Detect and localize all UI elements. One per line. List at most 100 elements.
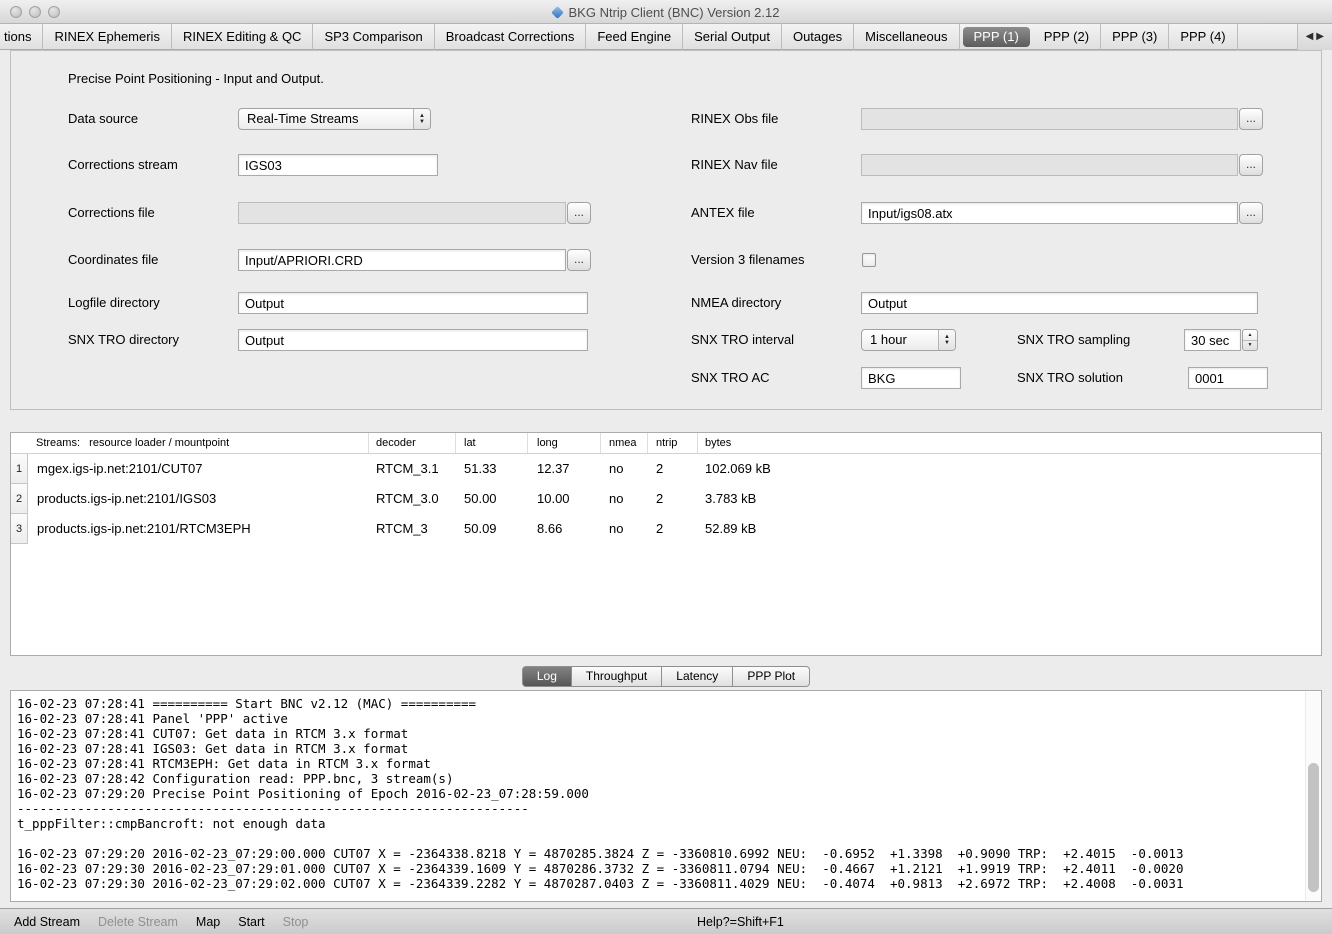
tab-ppp-2[interactable]: PPP (2)	[1033, 24, 1101, 50]
log-line: 16-02-23 07:28:41 CUT07: Get data in RTC…	[17, 726, 1321, 741]
tab-ppp-3[interactable]: PPP (3)	[1101, 24, 1169, 50]
cell-bytes: 3.783 kB	[698, 484, 1321, 514]
stream-row[interactable]: 1 mgex.igs-ip.net:2101/CUT07 RTCM_3.1 51…	[11, 454, 1321, 484]
start-button[interactable]: Start	[238, 915, 264, 929]
cell-decoder: RTCM_3.1	[369, 454, 456, 484]
tab-ppp-1[interactable]: PPP (1)	[963, 27, 1030, 47]
rinex-obs-file-browse-button[interactable]: ...	[1239, 108, 1263, 130]
log-line: 16-02-23 07:28:41 ========== Start BNC v…	[17, 696, 1321, 711]
coordinates-file-input[interactable]	[238, 249, 566, 271]
log-scrollbar[interactable]	[1305, 692, 1320, 900]
log-tab-bar: Log Throughput Latency PPP Plot	[0, 666, 1332, 687]
tab-ppp-plot[interactable]: PPP Plot	[733, 666, 810, 687]
add-stream-button[interactable]: Add Stream	[14, 915, 80, 929]
cell-nmea: no	[601, 454, 648, 484]
nmea-directory-label: NMEA directory	[691, 292, 781, 314]
log-line: 16-02-23 07:28:41 Panel 'PPP' active	[17, 711, 1321, 726]
snx-tro-ac-label: SNX TRO AC	[691, 367, 770, 389]
logfile-directory-label: Logfile directory	[68, 292, 160, 314]
snx-tro-sampling-spinner[interactable]: ▲▼	[1242, 329, 1258, 351]
antex-file-browse-button[interactable]: ...	[1239, 202, 1263, 224]
snx-tro-interval-label: SNX TRO interval	[691, 329, 794, 351]
stream-row[interactable]: 3 products.igs-ip.net:2101/RTCM3EPH RTCM…	[11, 514, 1321, 544]
log-scrollbar-thumb[interactable]	[1308, 763, 1319, 892]
snx-tro-sampling-spinbox[interactable]	[1184, 329, 1241, 351]
help-hint: Help?=Shift+F1	[697, 915, 784, 929]
version3-filenames-checkbox[interactable]	[862, 253, 876, 267]
cell-long: 8.66	[528, 514, 601, 544]
antex-file-label: ANTEX file	[691, 202, 755, 224]
rinex-nav-file-label: RINEX Nav file	[691, 154, 778, 176]
corrections-file-browse-button[interactable]: ...	[567, 202, 591, 224]
log-line	[17, 831, 1321, 846]
snx-tro-interval-select[interactable]: 1 hour ▲▼	[861, 329, 956, 351]
header-long: long	[528, 433, 601, 453]
logfile-directory-input[interactable]	[238, 292, 588, 314]
log-line: 16-02-23 07:29:30 2016-02-23_07:29:02.00…	[17, 876, 1321, 891]
cell-long: 10.00	[528, 484, 601, 514]
cell-mountpoint: products.igs-ip.net:2101/IGS03	[28, 484, 369, 514]
cell-lat: 51.33	[456, 454, 528, 484]
stream-row[interactable]: 2 products.igs-ip.net:2101/IGS03 RTCM_3.…	[11, 484, 1321, 514]
antex-file-input[interactable]	[861, 202, 1238, 224]
tab-outages[interactable]: Outages	[782, 24, 854, 50]
snx-tro-ac-input[interactable]	[861, 367, 961, 389]
log-line: 16-02-23 07:29:20 Precise Point Position…	[17, 786, 1321, 801]
version3-filenames-label: Version 3 filenames	[691, 249, 804, 271]
nmea-directory-input[interactable]	[861, 292, 1258, 314]
streams-table-header: Streams: resource loader / mountpoint de…	[11, 433, 1321, 454]
cell-ntrip: 2	[648, 514, 698, 544]
combo-arrows-icon: ▲▼	[938, 330, 955, 350]
tab-scroll-right-icon[interactable]: ▶	[1316, 31, 1324, 42]
tab-ppp-4[interactable]: PPP (4)	[1169, 24, 1237, 50]
row-number: 3	[11, 514, 28, 544]
rinex-nav-file-browse-button[interactable]: ...	[1239, 154, 1263, 176]
cell-mountpoint: products.igs-ip.net:2101/RTCM3EPH	[28, 514, 369, 544]
streams-table: Streams: resource loader / mountpoint de…	[10, 432, 1322, 656]
corrections-file-label: Corrections file	[68, 202, 155, 224]
corrections-file-input	[238, 202, 566, 224]
tab-log[interactable]: Log	[522, 666, 572, 687]
map-button[interactable]: Map	[196, 915, 220, 929]
log-line: 16-02-23 07:28:41 RTCM3EPH: Get data in …	[17, 756, 1321, 771]
row-number: 1	[11, 454, 28, 484]
ppp-input-output-panel: Precise Point Positioning - Input and Ou…	[10, 50, 1322, 410]
header-decoder: decoder	[369, 433, 456, 453]
delete-stream-button: Delete Stream	[98, 915, 178, 929]
cell-ntrip: 2	[648, 484, 698, 514]
tab-rinex-observations[interactable]: tions	[0, 24, 43, 50]
header-nmea: nmea	[601, 433, 648, 453]
snx-tro-directory-input[interactable]	[238, 329, 588, 351]
titlebar: BKG Ntrip Client (BNC) Version 2.12	[0, 0, 1332, 24]
tab-serial-output[interactable]: Serial Output	[683, 24, 782, 50]
cell-decoder: RTCM_3	[369, 514, 456, 544]
log-line: ----------------------------------------…	[17, 801, 1321, 816]
snx-tro-directory-label: SNX TRO directory	[68, 329, 179, 351]
header-lat: lat	[456, 433, 528, 453]
snx-tro-solution-input[interactable]	[1188, 367, 1268, 389]
tab-feed-engine[interactable]: Feed Engine	[586, 24, 683, 50]
cell-ntrip: 2	[648, 454, 698, 484]
cell-lat: 50.00	[456, 484, 528, 514]
title-wrap: BKG Ntrip Client (BNC) Version 2.12	[0, 0, 1332, 24]
tab-latency[interactable]: Latency	[662, 666, 733, 687]
tab-miscellaneous[interactable]: Miscellaneous	[854, 24, 959, 50]
corrections-stream-input[interactable]	[238, 154, 438, 176]
tab-bar: tions RINEX Ephemeris RINEX Editing & QC…	[0, 24, 1332, 50]
stop-button: Stop	[283, 915, 309, 929]
tab-rinex-ephemeris[interactable]: RINEX Ephemeris	[43, 24, 171, 50]
tab-broadcast-corrections[interactable]: Broadcast Corrections	[435, 24, 587, 50]
tab-sp3-comparison[interactable]: SP3 Comparison	[313, 24, 434, 50]
tab-rinex-editing-qc[interactable]: RINEX Editing & QC	[172, 24, 314, 50]
cell-decoder: RTCM_3.0	[369, 484, 456, 514]
cell-nmea: no	[601, 514, 648, 544]
header-bytes: bytes	[698, 433, 1321, 453]
app-icon	[551, 6, 564, 19]
log-view[interactable]: 16-02-23 07:28:41 ========== Start BNC v…	[10, 690, 1322, 902]
log-line: 16-02-23 07:28:42 Configuration read: PP…	[17, 771, 1321, 786]
log-line: t_pppFilter::cmpBancroft: not enough dat…	[17, 816, 1321, 831]
tab-scroll-left-icon[interactable]: ◀	[1306, 31, 1314, 42]
data-source-select[interactable]: Real-Time Streams ▲▼	[238, 108, 431, 130]
coordinates-file-browse-button[interactable]: ...	[567, 249, 591, 271]
tab-throughput[interactable]: Throughput	[572, 666, 662, 687]
